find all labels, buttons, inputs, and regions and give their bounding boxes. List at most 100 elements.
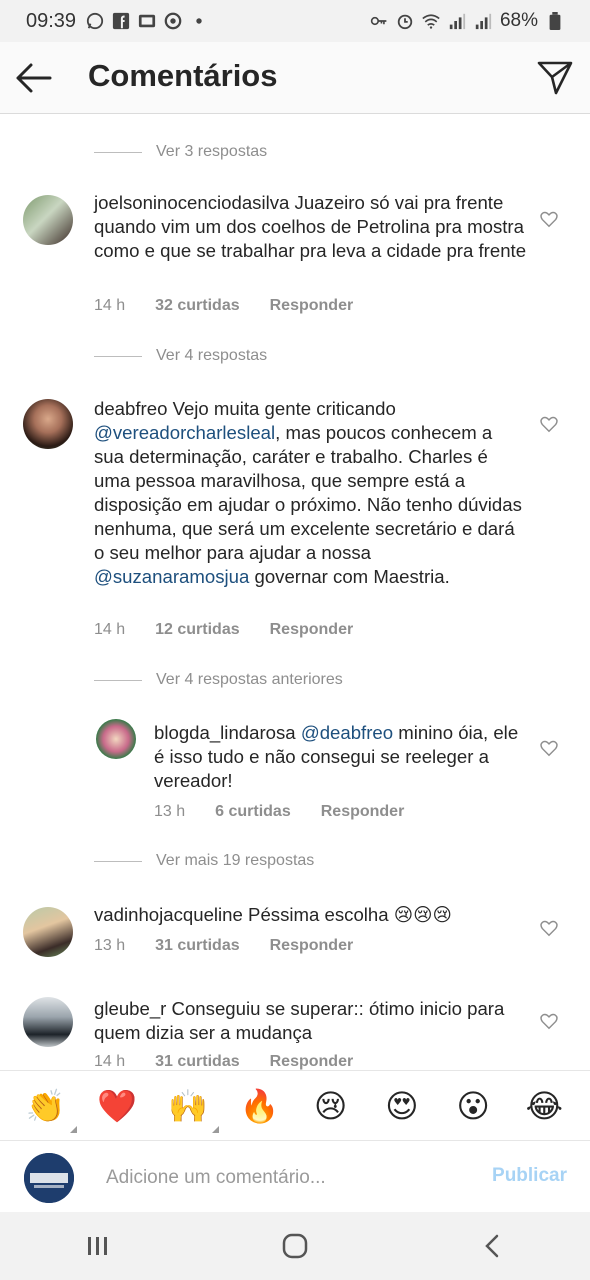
divider bbox=[94, 355, 142, 357]
divider bbox=[94, 860, 142, 862]
comment-username[interactable]: gleube_r bbox=[94, 998, 166, 1019]
comment-username[interactable]: joelsoninocenciodasilva bbox=[94, 192, 289, 213]
likes-count[interactable]: 32 curtidas bbox=[155, 297, 239, 315]
comment-username[interactable]: blogda_lindarosa bbox=[154, 722, 296, 743]
comment-meta: 14 h 12 curtidas Responder bbox=[94, 621, 353, 639]
fire-emoji-button[interactable]: 🔥 bbox=[232, 1087, 286, 1125]
profile-logo-icon bbox=[24, 1153, 74, 1203]
comment-time: 14 h bbox=[94, 1053, 126, 1070]
crying-face-emoji-button[interactable]: 😢 bbox=[304, 1087, 358, 1125]
emoji-reaction-bar: 👏 ❤️ 🙌 🔥 😢 😍 😮 😂 bbox=[0, 1070, 590, 1140]
system-status: 68% bbox=[370, 10, 564, 32]
comment-username[interactable]: vadinhojacqueline bbox=[94, 904, 243, 925]
comment-username[interactable]: deabfreo bbox=[94, 398, 167, 419]
view-replies-label: Ver 4 respostas bbox=[156, 347, 268, 364]
home-button[interactable] bbox=[265, 1226, 325, 1266]
status-bar: 09:39 68% bbox=[0, 0, 590, 42]
dot-icon bbox=[196, 18, 202, 24]
avatar[interactable] bbox=[96, 719, 136, 759]
comment-body: joelsoninocenciodasilva Juazeiro só vai … bbox=[94, 191, 534, 263]
wifi-icon bbox=[422, 14, 440, 29]
key-icon bbox=[370, 16, 387, 26]
signal-icon-1 bbox=[449, 13, 466, 30]
signal-icon-2 bbox=[475, 13, 492, 30]
like-heart-icon[interactable] bbox=[540, 415, 558, 433]
view-replies-toggle[interactable]: Ver 3 respostas bbox=[94, 143, 267, 161]
clapping-hands-emoji-button[interactable]: 👏 bbox=[19, 1087, 77, 1133]
header: Comentários bbox=[0, 42, 590, 114]
comment-body: gleube_r Conseguiu se superar:: ótimo in… bbox=[94, 997, 524, 1045]
comment-meta: 13 h 6 curtidas Responder bbox=[154, 803, 404, 821]
surprised-face-emoji-button[interactable]: 😮 bbox=[446, 1087, 500, 1125]
likes-count[interactable]: 6 curtidas bbox=[215, 803, 291, 821]
view-more-replies-toggle[interactable]: Ver mais 19 respostas bbox=[94, 852, 314, 870]
comment-text: , mas poucos conhecem a sua determinação… bbox=[94, 422, 522, 563]
comment-time: 14 h bbox=[94, 297, 126, 314]
facebook-icon bbox=[112, 12, 130, 30]
reply-button[interactable]: Responder bbox=[270, 621, 354, 639]
back-arrow-icon[interactable] bbox=[14, 60, 54, 96]
back-button[interactable] bbox=[462, 1226, 522, 1266]
send-icon[interactable] bbox=[536, 58, 574, 96]
avatar[interactable] bbox=[23, 907, 73, 957]
divider bbox=[94, 151, 142, 153]
view-replies-toggle[interactable]: Ver 4 respostas bbox=[94, 347, 267, 365]
mention-link[interactable]: @suzanaramosjua bbox=[94, 566, 249, 587]
divider bbox=[94, 679, 142, 681]
back-chevron-icon bbox=[484, 1234, 498, 1258]
recent-apps-button[interactable] bbox=[68, 1226, 128, 1266]
comment-meta: 13 h 31 curtidas Responder bbox=[94, 937, 353, 955]
battery-percent: 68% bbox=[499, 10, 538, 31]
mention-link[interactable]: @deabfreo bbox=[301, 722, 393, 743]
comment-text: Vejo muita gente criticando bbox=[167, 398, 396, 419]
avatar[interactable] bbox=[23, 399, 73, 449]
comment-body: deabfreo Vejo muita gente criticando @ve… bbox=[94, 397, 524, 589]
view-replies-label: Ver 4 respostas anteriores bbox=[156, 671, 343, 688]
status-time: 09:39 bbox=[26, 9, 77, 32]
avatar[interactable] bbox=[23, 997, 73, 1047]
page-title: Comentários bbox=[88, 58, 278, 93]
reply-button[interactable]: Responder bbox=[321, 803, 405, 821]
system-navigation-bar bbox=[0, 1212, 590, 1280]
reply-body: blogda_lindarosa @deabfreo minino óia, e… bbox=[154, 721, 524, 793]
comment-body: vadinhojacqueline Péssima escolha 😢😢😢 bbox=[94, 903, 534, 927]
likes-count[interactable]: 31 curtidas bbox=[155, 937, 239, 955]
red-heart-emoji-button[interactable]: ❤️ bbox=[90, 1087, 144, 1125]
comment-time: 13 h bbox=[94, 937, 126, 954]
view-previous-replies-toggle[interactable]: Ver 4 respostas anteriores bbox=[94, 671, 343, 689]
recent-apps-icon bbox=[88, 1237, 108, 1255]
mention-link[interactable]: @vereadorcharlesleal bbox=[94, 422, 275, 443]
comment-meta: 14 h 32 curtidas Responder bbox=[94, 297, 353, 315]
comment-text: governar com Maestria. bbox=[249, 566, 450, 587]
reply-button[interactable]: Responder bbox=[270, 297, 354, 315]
like-heart-icon[interactable] bbox=[540, 919, 558, 937]
notification-icons bbox=[86, 12, 208, 30]
reply-button[interactable]: Responder bbox=[270, 937, 354, 955]
alarm-icon bbox=[397, 14, 413, 30]
comment-input[interactable] bbox=[104, 1161, 468, 1195]
gallery-icon bbox=[138, 14, 156, 28]
comment-composer: Publicar bbox=[0, 1140, 590, 1212]
chrome-icon bbox=[164, 12, 182, 30]
likes-count[interactable]: 31 curtidas bbox=[155, 1053, 239, 1070]
publish-button[interactable]: Publicar bbox=[492, 1165, 567, 1187]
comment-text: Péssima escolha 😢😢😢 bbox=[242, 904, 452, 925]
view-replies-label: Ver 3 respostas bbox=[156, 143, 268, 160]
reply-button[interactable]: Responder bbox=[270, 1053, 354, 1070]
view-replies-label: Ver mais 19 respostas bbox=[156, 852, 315, 869]
like-heart-icon[interactable] bbox=[540, 210, 558, 228]
like-heart-icon[interactable] bbox=[540, 739, 558, 757]
comment-time: 13 h bbox=[154, 803, 186, 820]
tears-of-joy-emoji-button[interactable]: 😂 bbox=[517, 1087, 571, 1125]
home-icon bbox=[282, 1233, 308, 1259]
like-heart-icon[interactable] bbox=[540, 1012, 558, 1030]
comment-meta: 14 h 31 curtidas Responder bbox=[94, 1053, 353, 1070]
current-user-avatar bbox=[24, 1153, 74, 1203]
likes-count[interactable]: 12 curtidas bbox=[155, 621, 239, 639]
comment-time: 14 h bbox=[94, 621, 126, 638]
whatsapp-icon bbox=[86, 12, 104, 30]
heart-eyes-emoji-button[interactable]: 😍 bbox=[375, 1087, 429, 1125]
avatar[interactable] bbox=[23, 195, 73, 245]
raising-hands-emoji-button[interactable]: 🙌 bbox=[161, 1087, 220, 1133]
comment-list[interactable]: Ver 3 respostas joelsoninocenciodasilva … bbox=[0, 115, 590, 1070]
